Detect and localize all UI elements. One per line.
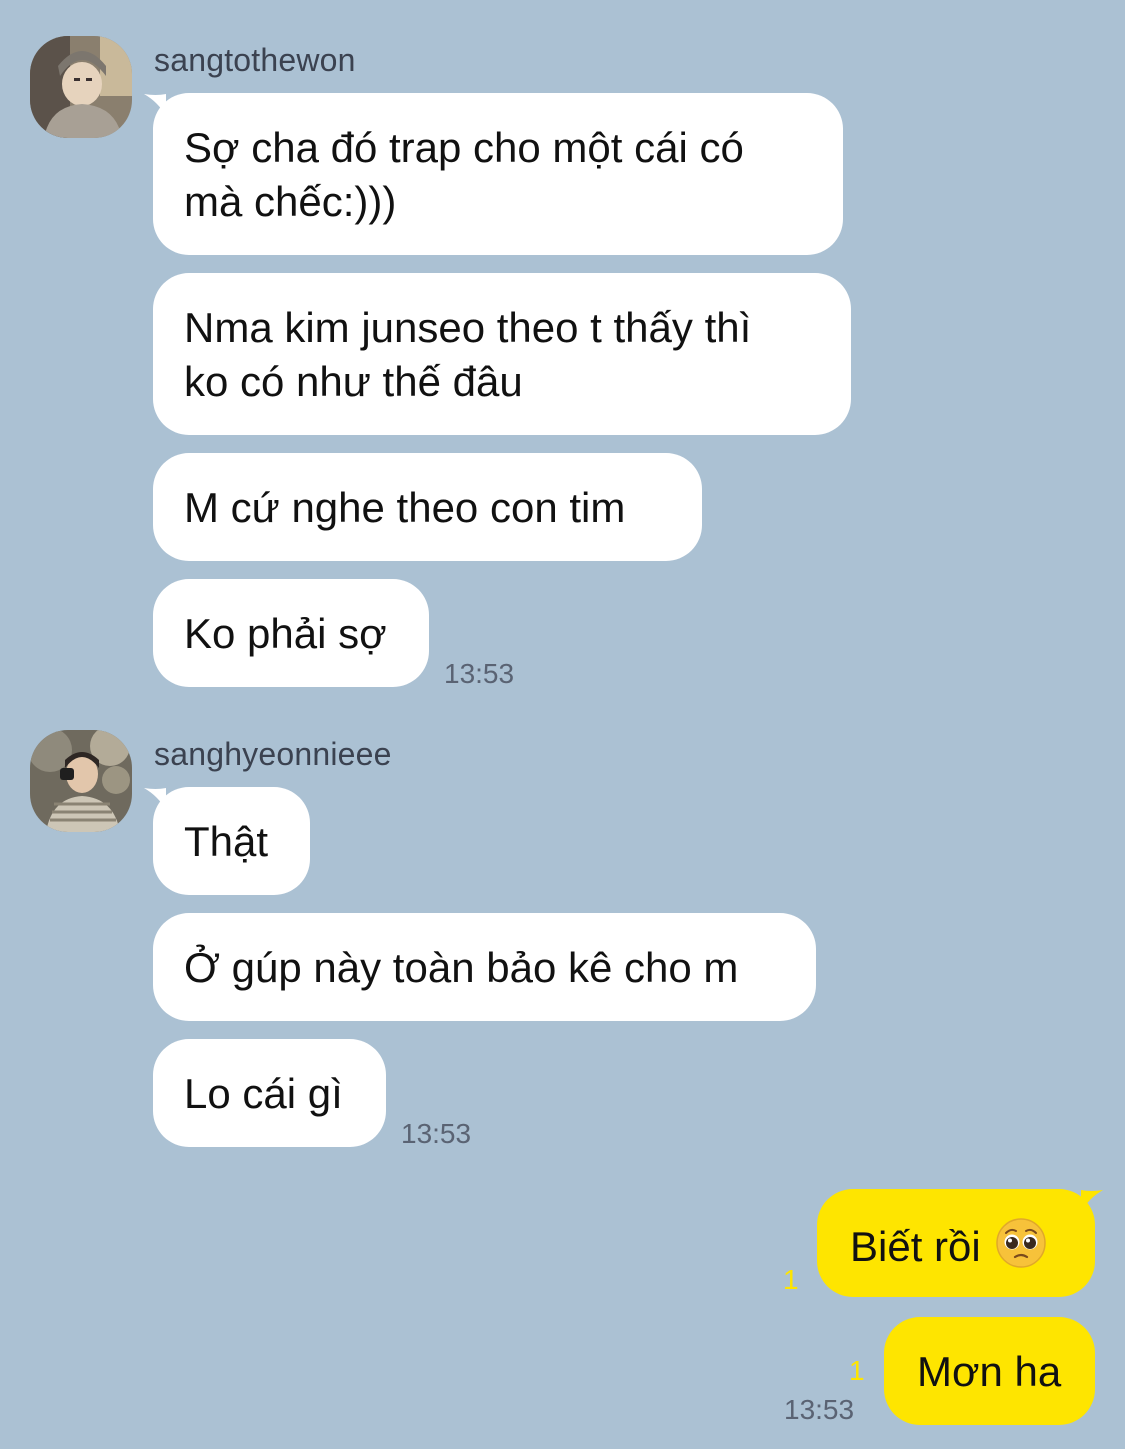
sender-name: sangtothewon bbox=[154, 42, 356, 78]
message-bubble[interactable]: Ở gúp này toàn bảo kê cho m bbox=[153, 913, 816, 1021]
message-bubble[interactable]: Thật bbox=[153, 787, 310, 895]
message-text: Ở gúp này toàn bảo kê cho m bbox=[184, 944, 739, 991]
profile-photo-icon bbox=[30, 36, 132, 138]
message-text-line: mà chếc:))) bbox=[184, 178, 397, 225]
sender-name: sanghyeonnieee bbox=[154, 736, 392, 772]
message-bubble[interactable]: Biết rồi bbox=[817, 1189, 1095, 1297]
pleading-face-emoji-icon bbox=[995, 1217, 1047, 1269]
avatar-sangtothewon[interactable] bbox=[30, 36, 132, 138]
message-bubble[interactable]: Lo cái gì bbox=[153, 1039, 386, 1147]
unread-count: 1 bbox=[849, 1355, 865, 1386]
message-bubble[interactable]: M cứ nghe theo con tim bbox=[153, 453, 702, 561]
message-text: M cứ nghe theo con tim bbox=[184, 484, 626, 531]
message-bubble[interactable]: Ko phải sợ bbox=[153, 579, 429, 687]
message-timestamp: 13:53 bbox=[784, 1394, 855, 1425]
message-text: Ko phải sợ bbox=[184, 610, 387, 657]
unread-count: 1 bbox=[783, 1264, 799, 1295]
message-bubble[interactable]: Sợ cha đó trap cho một cái có mà chếc:))… bbox=[153, 93, 843, 255]
message-bubble[interactable]: Mơn ha bbox=[884, 1317, 1095, 1425]
message-bubble[interactable]: Nma kim junseo theo t thấy thì ko có như… bbox=[153, 273, 851, 435]
message-timestamp: 13:53 bbox=[444, 658, 515, 689]
message-text: Thật bbox=[184, 818, 269, 865]
message-text: Biết rồi bbox=[850, 1223, 981, 1270]
message-text-line: Sợ cha đó trap cho một cái có bbox=[184, 124, 744, 171]
message-timestamp: 13:53 bbox=[401, 1118, 472, 1149]
message-text-line: ko có như thế đâu bbox=[184, 358, 523, 405]
profile-photo-icon bbox=[30, 730, 132, 832]
avatar-sanghyeonnieee[interactable] bbox=[30, 730, 132, 832]
message-text: Lo cái gì bbox=[184, 1070, 343, 1117]
message-text: Mơn ha bbox=[917, 1348, 1062, 1395]
message-text-line: Nma kim junseo theo t thấy thì bbox=[184, 304, 752, 351]
